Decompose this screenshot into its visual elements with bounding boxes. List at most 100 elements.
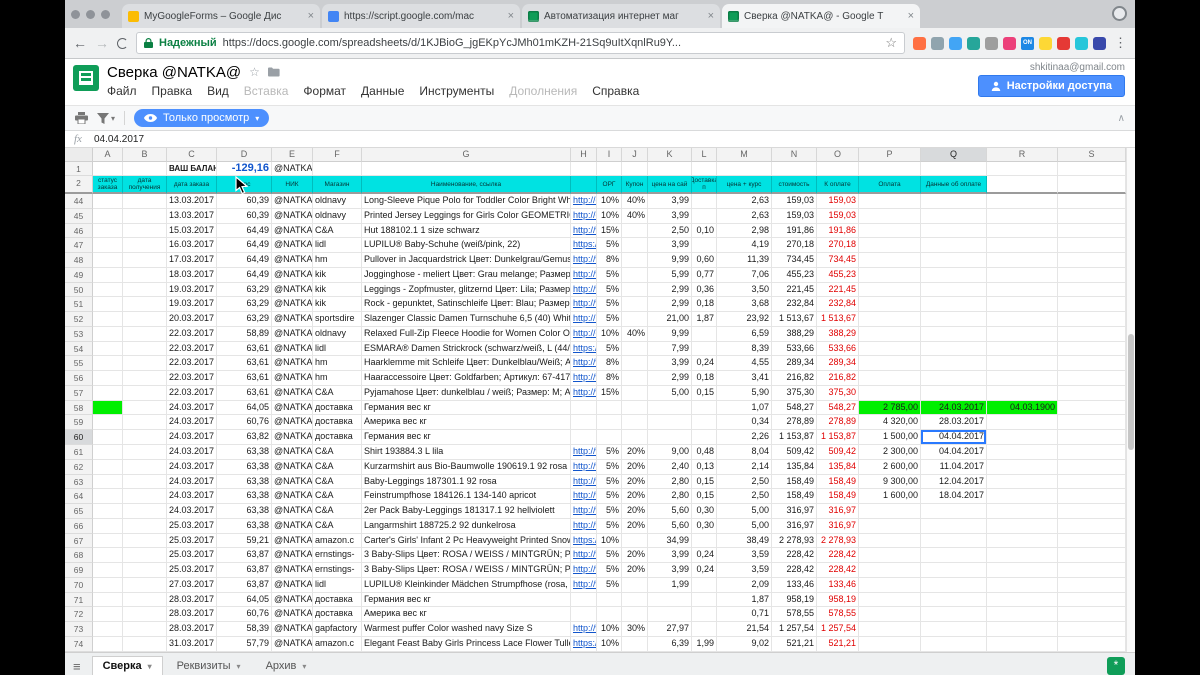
cell-R57[interactable] <box>987 385 1058 401</box>
cell-N69[interactable]: 228,42 <box>772 563 817 578</box>
column-header-P[interactable]: P <box>859 148 921 162</box>
cell-P56[interactable] <box>859 371 921 386</box>
cell-L66[interactable]: 0,30 <box>692 518 717 534</box>
cell-N51[interactable]: 232,84 <box>772 297 817 313</box>
cell-L1[interactable] <box>692 162 717 176</box>
cell-Q68[interactable] <box>921 548 987 564</box>
cell-K48[interactable]: 9,99 <box>648 253 692 268</box>
cell-N54[interactable]: 533,66 <box>772 341 817 357</box>
cell-S55[interactable] <box>1058 356 1126 372</box>
cell-C58[interactable]: 24.03.2017 <box>167 400 217 416</box>
cell-N73[interactable]: 1 257,54 <box>772 622 817 637</box>
browser-avatar[interactable] <box>1112 6 1127 21</box>
cell-J46[interactable] <box>622 223 648 239</box>
cell-I55[interactable]: 8% <box>597 356 622 372</box>
cell-Q53[interactable] <box>921 326 987 342</box>
cell-K67[interactable]: 34,99 <box>648 533 692 549</box>
row-header-50[interactable]: 50 <box>65 282 93 298</box>
cell-C48[interactable]: 17.03.2017 <box>167 253 217 268</box>
column-header-N[interactable]: N <box>772 148 817 162</box>
cell-P69[interactable] <box>859 563 921 578</box>
cell-Q50[interactable] <box>921 282 987 298</box>
cell-M59[interactable]: 0,34 <box>717 415 772 431</box>
cell-B59[interactable] <box>123 415 167 431</box>
cell-I74[interactable]: 10% <box>597 636 622 652</box>
cell-P67[interactable] <box>859 533 921 549</box>
cell-D52[interactable]: 63,29 <box>217 312 272 327</box>
cell-C46[interactable]: 15.03.2017 <box>167 223 217 239</box>
cell-R54[interactable] <box>987 341 1058 357</box>
cell-R72[interactable] <box>987 607 1058 623</box>
cell-L57[interactable]: 0,15 <box>692 385 717 401</box>
cell-A55[interactable] <box>93 356 123 372</box>
sheets-logo-icon[interactable] <box>73 65 99 91</box>
cell-O44[interactable]: 159,03 <box>817 194 859 209</box>
cell-S51[interactable] <box>1058 297 1126 313</box>
row-header-55[interactable]: 55 <box>65 356 93 372</box>
cell-B44[interactable] <box>123 194 167 209</box>
cell-G68[interactable]: 3 Baby-Slips Цвет: ROSA / WEISS / MINTGR… <box>362 548 571 564</box>
column-header-R[interactable]: R <box>987 148 1058 162</box>
cell-L72[interactable] <box>692 607 717 623</box>
cell-H44[interactable]: http://ol <box>571 194 597 209</box>
cell-N57[interactable]: 375,30 <box>772 385 817 401</box>
cell-L55[interactable]: 0,24 <box>692 356 717 372</box>
cell-E55[interactable]: @NATKA@ <box>272 356 313 372</box>
filter-button[interactable]: ▾ <box>97 112 115 124</box>
cell-R51[interactable] <box>987 297 1058 313</box>
cell-S61[interactable] <box>1058 445 1126 460</box>
cell-P68[interactable] <box>859 548 921 564</box>
cell-N62[interactable]: 135,84 <box>772 459 817 475</box>
cell-K69[interactable]: 3,99 <box>648 563 692 578</box>
cell-M48[interactable]: 11,39 <box>717 253 772 268</box>
cell-M47[interactable]: 4,19 <box>717 238 772 254</box>
extension-icon-10[interactable] <box>1075 36 1088 50</box>
sheet-tab-Реквизиты[interactable]: Реквизиты ▾ <box>166 656 252 675</box>
cell-N49[interactable]: 455,23 <box>772 267 817 283</box>
cell-C62[interactable]: 24.03.2017 <box>167 459 217 475</box>
cell-D57[interactable]: 63,61 <box>217 385 272 401</box>
cell-K52[interactable]: 21,00 <box>648 312 692 327</box>
row-header-54[interactable]: 54 <box>65 341 93 357</box>
cell-G59[interactable]: Америка вес кг <box>362 415 571 431</box>
cell-G74[interactable]: Elegant Feast Baby Girls Princess Lace F… <box>362 636 571 652</box>
cell-R55[interactable] <box>987 356 1058 372</box>
cell-K74[interactable]: 6,39 <box>648 636 692 652</box>
cell-E72[interactable]: @NATKA@ <box>272 607 313 623</box>
cell-I47[interactable]: 5% <box>597 238 622 254</box>
cell-D66[interactable]: 63,38 <box>217 518 272 534</box>
cell-G50[interactable]: Leggings - Zopfmuster, glitzernd Цвет: L… <box>362 282 571 298</box>
cell-O56[interactable]: 216,82 <box>817 371 859 386</box>
cell-C67[interactable]: 25.03.2017 <box>167 533 217 549</box>
cell-B50[interactable] <box>123 282 167 298</box>
cell-B73[interactable] <box>123 622 167 637</box>
window-minimize-icon[interactable] <box>86 9 95 19</box>
cell-J49[interactable] <box>622 267 648 283</box>
header-cell-J[interactable]: Купон <box>622 176 648 194</box>
cell-F52[interactable]: sportsdire <box>313 312 362 327</box>
cell-A50[interactable] <box>93 282 123 298</box>
cell-D71[interactable]: 64,05 <box>217 592 272 608</box>
cell-P44[interactable] <box>859 194 921 209</box>
extension-icon-3[interactable] <box>949 36 962 50</box>
cell-P65[interactable] <box>859 504 921 519</box>
cell-E66[interactable]: @NATKA@ <box>272 518 313 534</box>
column-header-Q[interactable]: Q <box>921 148 987 162</box>
cell-L67[interactable] <box>692 533 717 549</box>
cell-P46[interactable] <box>859 223 921 239</box>
cell-Q61[interactable]: 04.04.2017 <box>921 445 987 460</box>
row-header-60[interactable]: 60 <box>65 430 93 446</box>
cell-O72[interactable]: 578,55 <box>817 607 859 623</box>
cell-I72[interactable] <box>597 607 622 623</box>
cell-C69[interactable]: 25.03.2017 <box>167 563 217 578</box>
cell-H73[interactable]: http://w <box>571 622 597 637</box>
header-cell-C[interactable]: дата заказа <box>167 176 217 194</box>
cell-B71[interactable] <box>123 592 167 608</box>
header-cell-B[interactable]: дата получения <box>123 176 167 194</box>
cell-K47[interactable]: 3,99 <box>648 238 692 254</box>
cell-E64[interactable]: @NATKA@ <box>272 489 313 505</box>
cell-R1[interactable] <box>987 162 1058 176</box>
cell-G67[interactable]: Carter's Girls' Infant 2 Pc Heavyweight … <box>362 533 571 549</box>
cell-B51[interactable] <box>123 297 167 313</box>
url-field[interactable]: Надежный https://docs.google.com/spreads… <box>136 32 905 54</box>
